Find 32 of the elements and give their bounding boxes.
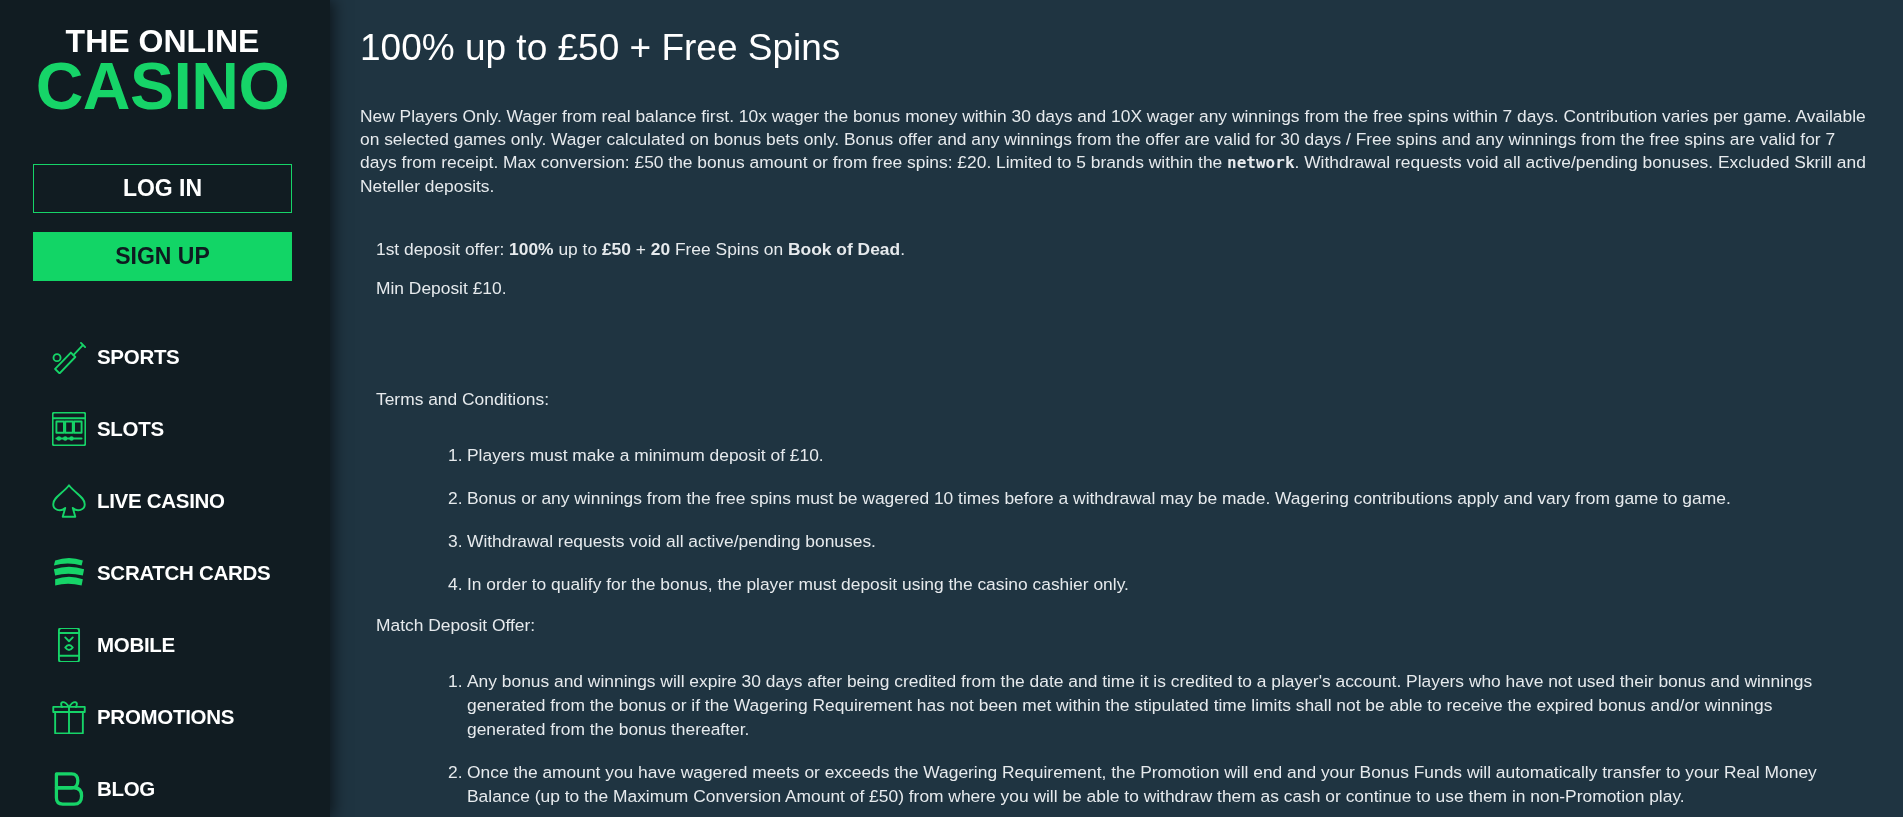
offer-text: 1st deposit offer: 100% up to £50 + 20 Free Spins on Book of Dead. [376,238,905,262]
promo-title: 100% up to £50 + Free Spins [360,28,841,68]
list-number: 1. [448,443,463,467]
list-item-text: Players must make a minimum deposit of £10. [467,443,824,467]
list-item-text: Withdrawal requests void all active/pending bonuses. [467,529,876,553]
list-number: 2. [448,486,463,510]
nav-link[interactable]: SPORTS [52,340,180,374]
nav-link[interactable]: LIVE CASINO [52,484,225,518]
list-number: 3. [448,529,463,553]
nav-link[interactable]: BLOG [52,772,156,806]
nav-link[interactable]: PROMOTIONS [52,700,235,734]
min-deposit-text: Min Deposit £10. [376,277,507,301]
login-button[interactable]: LOG IN [33,164,292,213]
nav-link[interactable]: SLOTS [52,412,164,446]
list-item-text: Bonus or any winnings from the free spins must be wagered 10 times before a withdrawal may be made. Wagering contributions apply and vary from game to game. [467,486,1731,510]
section-heading: Terms and Conditions: [376,387,550,411]
b-shape-icon [52,772,86,806]
spade-icon [52,484,86,518]
list-item-text: In order to qualify for the bonus, the player must deposit using the casino cashier only. [467,572,1129,596]
list-item-text: Any bonus and winnings will expire 30 days after being credited from the date and time it is credited to a player's account. Players who have not used their bonus and winnings generated from the bonus or if the Wagering Requirement has not been met within the stipulated time limits shall not be able to receive the expired bonus and/or winnings generated from the bonus thereafter. [467,669,1814,741]
list-item-text: Once the amount you have wagered meets or exceeds the Wagering Requirement, the Promotion will end and your Bonus Funds will automatically transfer to your Real Money Balance (up to the Maximum Conversion Amount of £50) from where you will be able to withdraw them as cash or continue to use them in non-Promotion play. [467,760,1818,808]
slot-machine-icon [52,412,86,446]
list-number: 1. [448,669,463,693]
gift-icon [52,700,86,734]
terms-summary: New Players Only. Wager from real balance first. 10x wager the bonus money within 30 days and 10X wager any winnings from the free spins within 7 days. Contribution varies per game. Available on selected games only. Wager calculated on bonus bets only. Bonus offer and any winnings from the offer are valid for 30 days / Free spins and any winnings from the free spins are valid for 7 days from receipt. Max conversion: £50 the bonus amount or from free spins: £20. Limited to 5 brands within the network. Withdrawal requests void all active/pending bonuses. Excluded Skrill and Neteller deposits. [360,104,1867,198]
cricket-bat-icon [52,340,86,374]
section-heading: Match Deposit Offer: [376,613,536,637]
nav-link[interactable]: SCRATCH CARDS [52,556,271,590]
nav-link[interactable]: MOBILE [52,628,175,662]
list-number: 2. [448,760,463,784]
list-number: 4. [448,572,463,596]
signup-button[interactable]: SIGN UP [33,232,292,281]
